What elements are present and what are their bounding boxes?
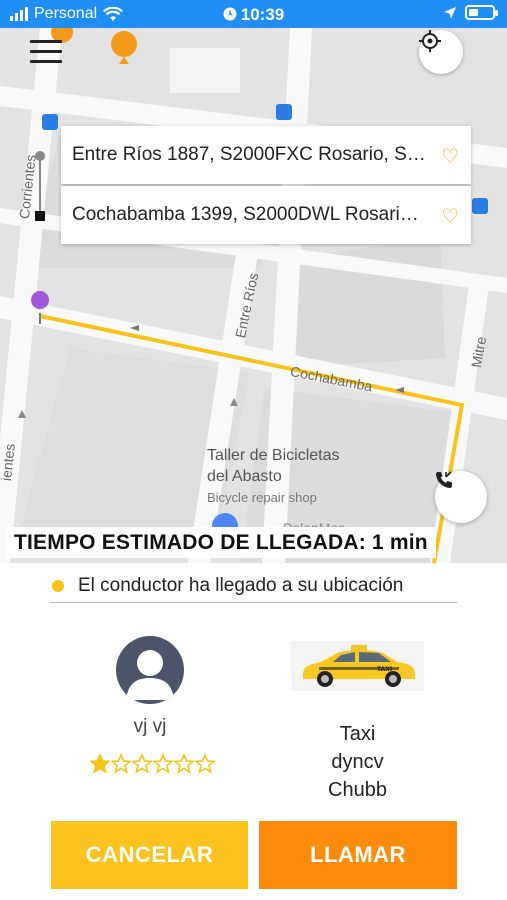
status-bar: Personal 10:39	[0, 0, 507, 28]
destination-address-card[interactable]: Cochabamba 1399, S2000DWL Rosario, Santa…	[61, 186, 471, 244]
star-empty-icon	[195, 754, 215, 774]
star-empty-icon	[174, 754, 194, 774]
recenter-location-button[interactable]	[419, 30, 463, 74]
poi-name-line1: Taller de Bicicletas	[207, 447, 340, 464]
star-filled-icon	[90, 754, 110, 774]
poi-category: Bicycle repair shop	[207, 490, 317, 505]
driver-rating	[90, 754, 215, 774]
clock-time: 10:39	[240, 5, 285, 24]
poi-bicycle-shop[interactable]: Taller de Bicicletas del Abasto Bicycle …	[207, 445, 340, 508]
status-dot-icon	[52, 580, 64, 592]
star-empty-icon	[111, 754, 131, 774]
taxi-image: TAXI	[291, 641, 424, 691]
poi-name-line2: del Abasto	[207, 468, 282, 485]
star-empty-icon	[132, 754, 152, 774]
map-view[interactable]: Corrientes Entre Ríos Cochabamba Mitre i…	[0, 28, 507, 563]
vehicle-plate: Chubb	[328, 779, 387, 801]
origin-address-card[interactable]: Entre Ríos 1887, S2000FXC Rosario, Santa…	[61, 126, 471, 184]
favorite-heart-icon[interactable]: ♡	[441, 204, 459, 229]
taxi-sign-text: TAXI	[377, 666, 392, 673]
vehicle-info: Taxi dyncv Chubb	[290, 720, 425, 804]
vehicle-type: Taxi	[339, 723, 376, 745]
destination-address: Cochabamba 1399, S2000DWL Rosario, Santa…	[72, 204, 427, 225]
taxi-car-icon: TAXI	[291, 641, 424, 691]
driver-avatar	[116, 636, 184, 704]
vehicle-model: dyncv	[331, 751, 384, 773]
driver-name: vj vj	[133, 716, 167, 737]
call-button[interactable]: LLAMAR	[259, 821, 457, 889]
battery-icon	[465, 5, 498, 20]
trip-status-text: El conductor ha llegado a su ubicación	[78, 575, 404, 596]
origin-address: Entre Ríos 1887, S2000FXC Rosario, Santa…	[72, 144, 427, 165]
phone-icon	[436, 471, 452, 488]
star-empty-icon	[153, 754, 173, 774]
eta-banner: TIEMPO ESTIMADO DE LLEGADA: 1 min	[6, 527, 436, 558]
user-silhouette-icon	[126, 650, 174, 700]
crosshair-icon	[419, 30, 441, 52]
call-driver-fab[interactable]	[435, 471, 487, 523]
alarm-icon	[223, 7, 237, 21]
app-screen: Personal 10:39 Corrientes Entre Ríos Coc…	[0, 0, 507, 900]
cancel-button[interactable]: CANCELAR	[51, 821, 248, 889]
favorite-heart-icon[interactable]: ♡	[441, 144, 459, 169]
menu-button[interactable]	[30, 40, 62, 66]
location-arrow-icon	[444, 6, 456, 19]
trip-status-row: El conductor ha llegado a su ubicación	[50, 570, 457, 603]
